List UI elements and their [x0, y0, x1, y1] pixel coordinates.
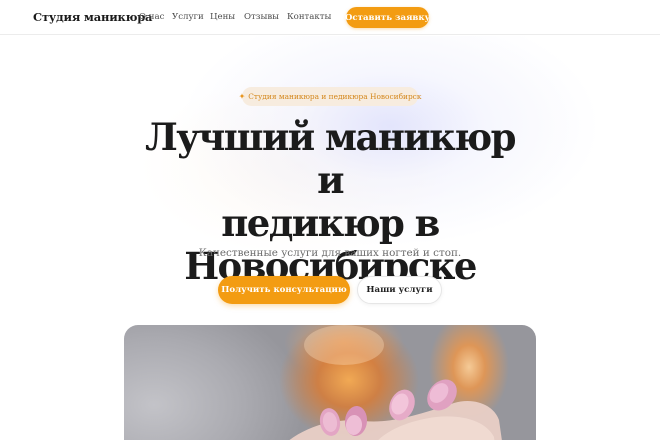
- nav-link-contacts[interactable]: Контакты: [287, 12, 331, 22]
- star-icon: ✦: [238, 92, 246, 101]
- hand-illustration: [289, 325, 502, 440]
- manicured-hand-photo: [124, 325, 536, 440]
- brand-logo[interactable]: Студия маникюра: [33, 10, 153, 24]
- location-badge: ✦ Студия маникюра и педикюра Новосибирск: [238, 87, 422, 106]
- nav-link-prices[interactable]: Цены: [210, 12, 235, 22]
- services-button[interactable]: Наши услуги: [357, 276, 442, 304]
- hero-title-line-2: педикюр в: [221, 201, 440, 245]
- site-header: Студия маникюра О нас Услуги Цены Отзывы…: [0, 0, 660, 35]
- hero-title-line-1: Лучший маникюр и: [145, 115, 516, 202]
- badge-text: Студия маникюра и педикюра Новосибирск: [248, 92, 422, 101]
- request-button[interactable]: Оставить заявку: [345, 7, 430, 28]
- nav-link-reviews[interactable]: Отзывы: [244, 12, 279, 22]
- nav-link-services[interactable]: Услуги: [172, 12, 204, 22]
- consultation-button[interactable]: Получить консультацию: [218, 276, 350, 304]
- hero-subtitle: Качественные услуги для ваших ногтей и с…: [198, 247, 462, 259]
- hero-title: Лучший маникюр и педикюр в Новосибирске: [130, 116, 530, 288]
- nav-link-about[interactable]: О нас: [139, 12, 164, 22]
